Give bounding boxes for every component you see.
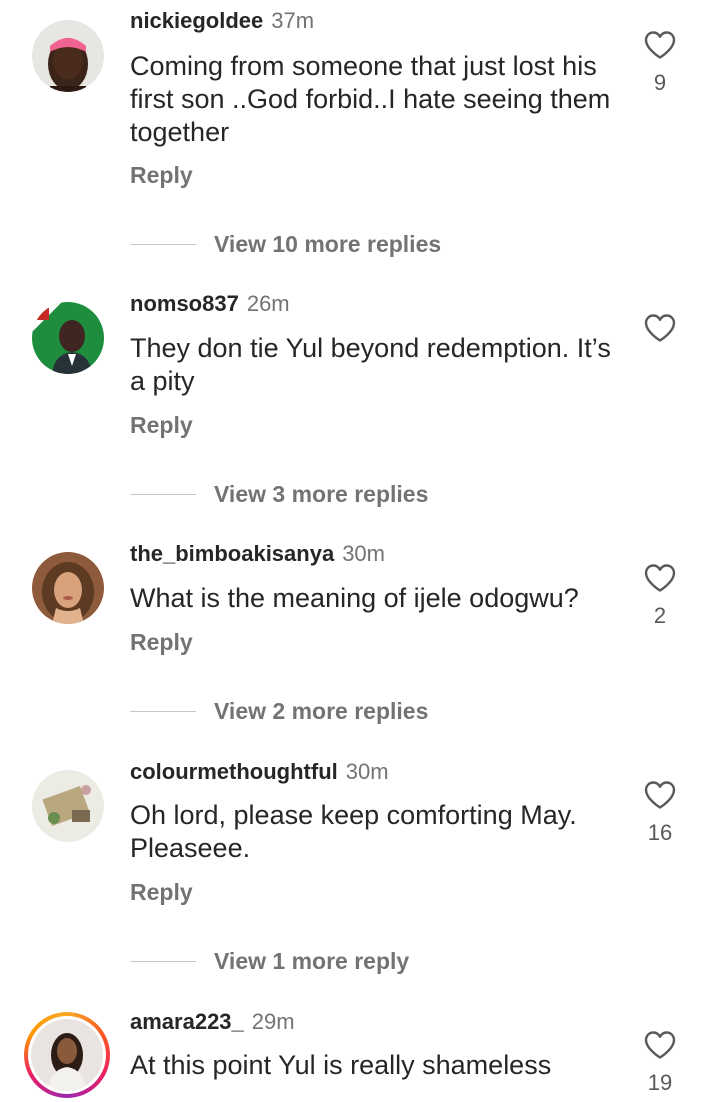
username-row: amara223_ 29m bbox=[130, 1009, 295, 1035]
comment-text: At this point Yul is really shameless bbox=[130, 1050, 552, 1080]
username[interactable]: colourmethoughtful bbox=[130, 759, 338, 784]
username[interactable]: amara223_ bbox=[130, 1009, 244, 1034]
view-more-replies-button[interactable]: View 10 more replies bbox=[130, 229, 441, 259]
view-more-replies-button[interactable]: View 2 more replies bbox=[130, 696, 428, 726]
username[interactable]: nickiegoldee bbox=[130, 8, 263, 33]
view-more-replies-button[interactable]: View 1 more reply bbox=[130, 946, 409, 976]
divider-line bbox=[130, 243, 196, 245]
timestamp: 30m bbox=[345, 759, 389, 784]
heart-outline-icon bbox=[644, 564, 676, 592]
timestamp: 37m bbox=[271, 8, 315, 33]
comment-text: Coming from someone that just lost his f… bbox=[130, 51, 611, 147]
timestamp: 30m bbox=[342, 541, 385, 566]
avatar[interactable] bbox=[32, 20, 104, 92]
like-count: 19 bbox=[647, 1070, 673, 1095]
like-count: 9 bbox=[653, 70, 667, 95]
like-button[interactable] bbox=[640, 313, 680, 353]
divider-line bbox=[130, 493, 196, 495]
view-more-label: View 1 more reply bbox=[214, 947, 410, 974]
view-more-label: View 3 more replies bbox=[214, 480, 429, 507]
reply-button[interactable]: Reply bbox=[130, 412, 193, 439]
comment-text: What is the meaning of ijele odogwu? bbox=[130, 583, 579, 613]
username-row: nomso837 26m bbox=[130, 291, 290, 317]
like-count: 2 bbox=[653, 603, 667, 628]
username-row: the_bimboakisanya 30m bbox=[130, 541, 385, 567]
avatar[interactable] bbox=[32, 302, 104, 374]
avatar bbox=[31, 1019, 103, 1091]
username-row: nickiegoldee 37m bbox=[130, 8, 314, 34]
like-button[interactable]: 9 bbox=[640, 30, 680, 96]
reply-button[interactable]: Reply bbox=[130, 162, 193, 189]
view-more-label: View 2 more replies bbox=[214, 697, 429, 724]
heart-outline-icon bbox=[644, 31, 676, 59]
timestamp: 29m bbox=[251, 1009, 295, 1034]
view-more-label: View 10 more replies bbox=[214, 230, 442, 257]
like-button[interactable]: 2 bbox=[640, 563, 680, 629]
story-ring[interactable] bbox=[24, 1012, 110, 1098]
divider-line bbox=[130, 710, 196, 712]
view-more-replies-button[interactable]: View 3 more replies bbox=[130, 479, 428, 509]
reply-button[interactable]: Reply bbox=[130, 879, 193, 906]
reply-button[interactable]: Reply bbox=[130, 629, 193, 656]
heart-outline-icon bbox=[644, 314, 676, 342]
heart-outline-icon bbox=[644, 781, 676, 809]
comment-text: They don tie Yul beyond redemption. It’s… bbox=[130, 333, 611, 396]
like-button[interactable]: 16 bbox=[640, 780, 680, 846]
comment-text: Oh lord, please keep comforting May. Ple… bbox=[130, 800, 577, 863]
username[interactable]: nomso837 bbox=[130, 291, 239, 316]
timestamp: 26m bbox=[246, 291, 290, 316]
avatar[interactable] bbox=[32, 552, 104, 624]
like-count: 16 bbox=[647, 820, 673, 845]
divider-line bbox=[130, 960, 196, 962]
username[interactable]: the_bimboakisanya bbox=[130, 541, 334, 566]
username-row: colourmethoughtful 30m bbox=[130, 759, 389, 785]
avatar[interactable] bbox=[32, 770, 104, 842]
heart-outline-icon bbox=[644, 1031, 676, 1059]
like-button[interactable]: 19 bbox=[640, 1030, 680, 1096]
